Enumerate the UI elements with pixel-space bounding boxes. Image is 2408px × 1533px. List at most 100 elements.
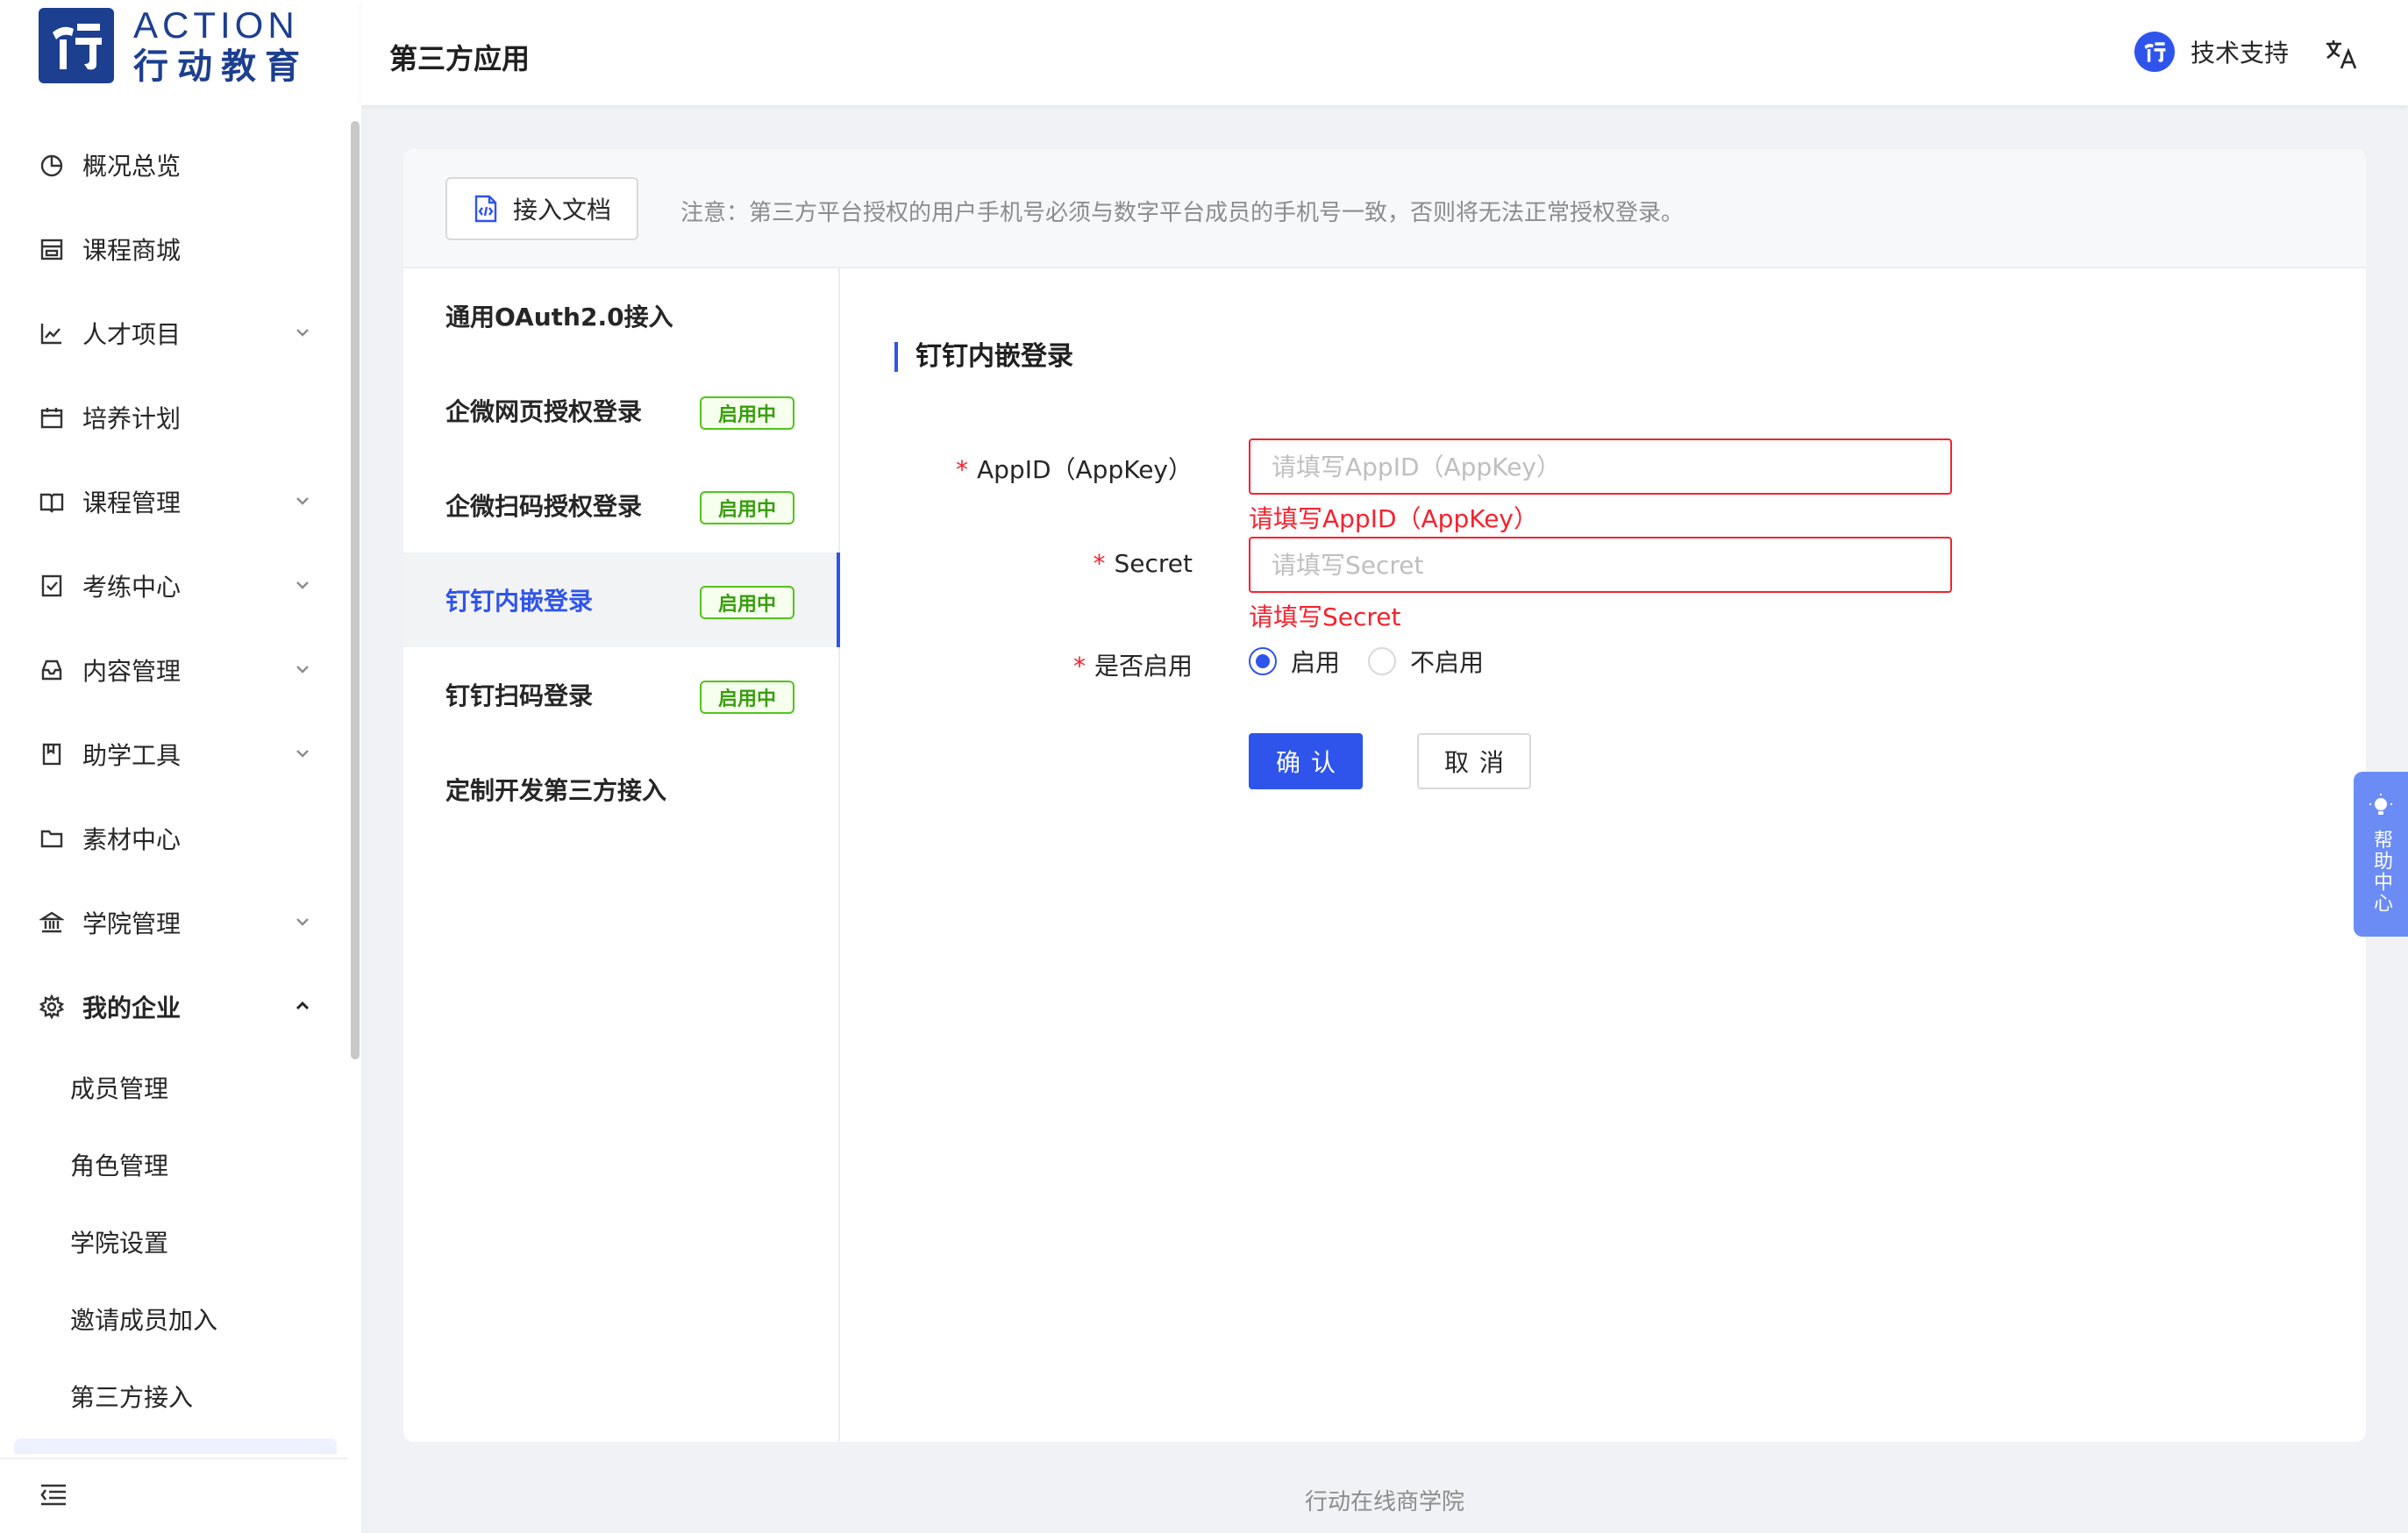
sidebar-item-study-tools[interactable]: 助学工具 xyxy=(0,712,347,796)
page-title: 第三方应用 xyxy=(389,42,531,75)
sidebar-scrollbar[interactable] xyxy=(351,121,360,1059)
notice-bar: 接入文档 注意：第三方平台授权的用户手机号必须与数字平台成员的手机号一致，否则将… xyxy=(403,149,2366,268)
status-badge: 启用中 xyxy=(700,396,794,430)
inbox-icon xyxy=(39,657,65,683)
chevron-down-icon xyxy=(296,750,309,758)
radio-enable[interactable]: 启用 xyxy=(1249,644,1340,679)
integration-item-label: 通用OAuth2.0接入 xyxy=(445,303,673,332)
enable-radio-group: 启用 不启用 xyxy=(1249,644,1512,679)
help-center-label: 帮助中心 xyxy=(2370,830,2392,914)
status-badge: 启用中 xyxy=(700,681,794,714)
integration-list: 通用OAuth2.0接入 企微网页授权登录 启用中 企微扫码授权登录 启用中 钉… xyxy=(403,268,840,1442)
secret-error: 请填写Secret xyxy=(1249,603,1401,631)
book-icon xyxy=(39,488,65,515)
confirm-button[interactable]: 确认 xyxy=(1249,733,1363,789)
bank-icon xyxy=(39,909,65,936)
sidebar: ACTION 行动教育 概况总览 课程商城 人才项目 培养计划 课程管理 考练中… xyxy=(0,0,361,1533)
sidebar-item-talent-projects[interactable]: 人才项目 xyxy=(0,291,347,375)
sidebar-item-label: 人才项目 xyxy=(82,320,182,349)
help-center-tab[interactable]: 帮助中心 xyxy=(2354,772,2408,937)
sidebar-item-label: 课程商城 xyxy=(82,236,182,265)
integration-item-wecom-web[interactable]: 企微网页授权登录 启用中 xyxy=(403,363,838,458)
required-mark: * xyxy=(1072,652,1086,681)
support-logo-icon xyxy=(2134,32,2175,72)
sidebar-item-label: 概况总览 xyxy=(82,152,182,181)
integration-item-label: 钉钉扫码登录 xyxy=(445,681,594,710)
calendar-icon xyxy=(39,404,65,431)
integration-docs-label: 接入文档 xyxy=(512,196,611,225)
required-mark: * xyxy=(956,455,968,484)
sidebar-item-label: 内容管理 xyxy=(82,657,182,686)
integration-item-wecom-scan[interactable]: 企微扫码授权登录 启用中 xyxy=(403,458,838,553)
footer-text: 行动在线商学院 xyxy=(1304,1489,1464,1515)
radio-label: 启用 xyxy=(1291,648,1341,677)
exam-icon xyxy=(39,573,65,599)
menu-collapse-icon[interactable] xyxy=(39,1480,68,1510)
form-section-title: 钉钉内嵌登录 xyxy=(894,342,1073,372)
integration-item-oauth2[interactable]: 通用OAuth2.0接入 xyxy=(403,268,838,363)
sidebar-item-exam-center[interactable]: 考练中心 xyxy=(0,544,347,628)
divider xyxy=(0,1458,347,1459)
chevron-down-icon xyxy=(296,329,309,337)
required-mark: * xyxy=(1093,549,1106,578)
sidebar-item-course-management[interactable]: 课程管理 xyxy=(0,460,347,544)
sidebar-subitem-members[interactable]: 成员管理 xyxy=(0,1049,347,1126)
sidebar-subitem-academy-settings[interactable]: 学院设置 xyxy=(0,1203,347,1280)
radio-checked-icon[interactable] xyxy=(1249,647,1277,675)
sidebar-item-label: 考练中心 xyxy=(82,573,182,602)
shop-icon xyxy=(39,236,65,262)
enable-label: * 是否启用 xyxy=(1072,652,1193,681)
sidebar-item-label: 素材中心 xyxy=(82,825,182,854)
integration-item-label: 企微网页授权登录 xyxy=(445,397,643,426)
sidebar-subitem-roles[interactable]: 角色管理 xyxy=(0,1126,347,1203)
radio-unchecked-icon[interactable] xyxy=(1368,647,1397,675)
gear-icon xyxy=(39,994,65,1020)
sidebar-item-content-management[interactable]: 内容管理 xyxy=(0,628,347,712)
appid-input[interactable] xyxy=(1249,439,1952,495)
sidebar-item-label: 培养计划 xyxy=(82,404,182,433)
sidebar-item-my-enterprise[interactable]: 我的企业 xyxy=(0,965,347,1049)
config-form: 钉钉内嵌登录 *AppID（AppKey） 请填写AppID（AppKey） *… xyxy=(842,268,2366,1442)
integration-item-dingtalk-embedded[interactable]: 钉钉内嵌登录 启用中 xyxy=(403,553,840,647)
radio-label: 不启用 xyxy=(1410,648,1485,677)
sidebar-item-course-mall[interactable]: 课程商城 xyxy=(0,207,347,291)
secret-input[interactable] xyxy=(1249,537,1952,593)
sidebar-item-label: 助学工具 xyxy=(82,741,182,770)
sidebar-subitem-third-party[interactable]: 第三方接入 xyxy=(0,1358,347,1435)
sidebar-menu: 概况总览 课程商城 人才项目 培养计划 课程管理 考练中心 内容管理 助学工具 … xyxy=(0,123,347,1435)
status-badge: 启用中 xyxy=(700,586,794,619)
integration-docs-button[interactable]: 接入文档 xyxy=(445,177,638,240)
integration-item-label: 定制开发第三方接入 xyxy=(445,776,667,805)
sidebar-item-label: 我的企业 xyxy=(82,994,182,1023)
chevron-down-icon xyxy=(296,918,309,926)
cancel-button[interactable]: 取消 xyxy=(1417,733,1531,789)
radio-disable[interactable]: 不启用 xyxy=(1368,644,1484,679)
bookmark-icon xyxy=(39,741,65,767)
sidebar-item-training-plan[interactable]: 培养计划 xyxy=(0,375,347,460)
brand-name-cn: 行动教育 xyxy=(133,46,309,87)
tech-support-button[interactable]: 技术支持 xyxy=(2134,32,2289,72)
notice-text: 注意：第三方平台授权的用户手机号必须与数字平台成员的手机号一致，否则将无法正常授… xyxy=(680,200,1685,226)
brand-logo[interactable]: ACTION 行动教育 xyxy=(39,5,309,86)
chevron-down-icon xyxy=(296,497,309,505)
sidebar-item-material-center[interactable]: 素材中心 xyxy=(0,796,347,881)
sidebar-subitem-invite-members[interactable]: 邀请成员加入 xyxy=(0,1280,347,1358)
chevron-down-icon xyxy=(296,666,309,674)
folder-icon xyxy=(39,825,65,852)
secret-label: * Secret xyxy=(1093,549,1193,578)
integration-item-custom[interactable]: 定制开发第三方接入 xyxy=(403,742,838,837)
logo-mark-icon xyxy=(39,8,114,83)
integration-item-dingtalk-scan[interactable]: 钉钉扫码登录 启用中 xyxy=(403,647,838,742)
top-header: 第三方应用 技术支持 xyxy=(361,0,2408,105)
lightbulb-icon xyxy=(2369,794,2392,815)
translate-icon[interactable] xyxy=(2324,37,2359,72)
appid-error: 请填写AppID（AppKey） xyxy=(1249,504,1538,533)
tech-support-label: 技术支持 xyxy=(2190,39,2289,68)
pie-chart-icon xyxy=(39,152,65,178)
brand-name-en: ACTION xyxy=(133,4,299,46)
sidebar-item-overview[interactable]: 概况总览 xyxy=(0,123,347,207)
sidebar-item-label: 课程管理 xyxy=(82,488,182,517)
sidebar-item-label: 学院管理 xyxy=(82,909,182,938)
sidebar-item-academy-management[interactable]: 学院管理 xyxy=(0,881,347,965)
chevron-up-icon xyxy=(296,1001,310,1010)
